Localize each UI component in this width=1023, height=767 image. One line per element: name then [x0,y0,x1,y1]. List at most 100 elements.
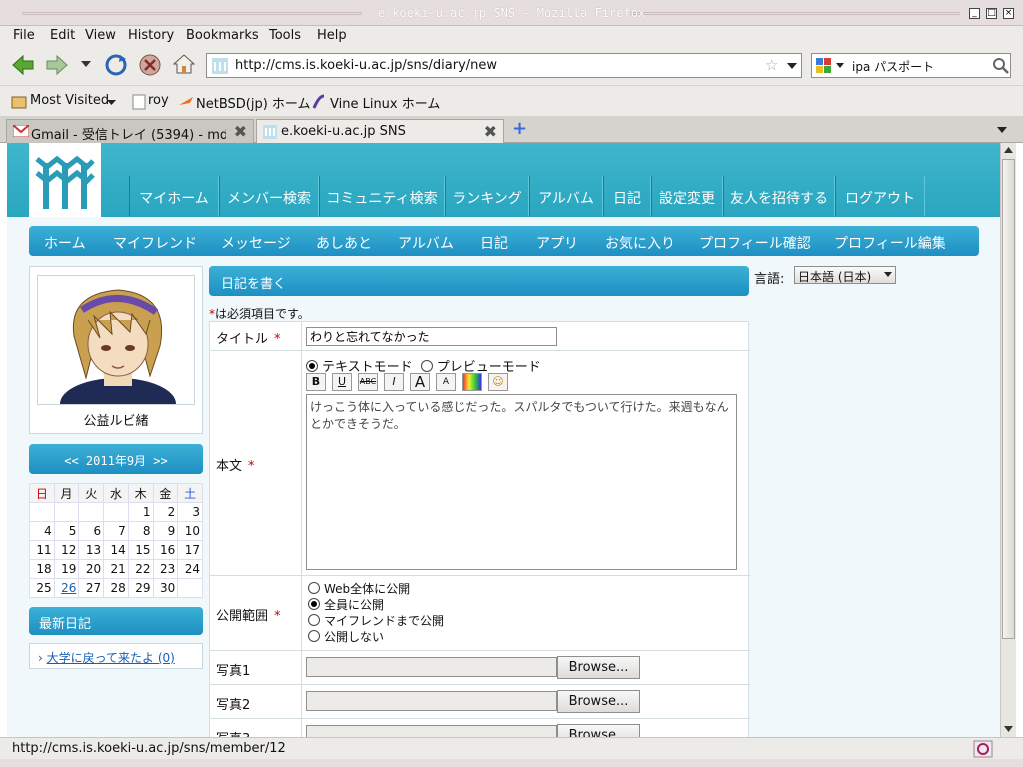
tab-bar: Gmail - 受信トレイ (5394) - mdk… ✖ e.koeki-u.… [0,117,1023,143]
emoji-icon[interactable]: ☺ [488,373,508,391]
new-tab-icon[interactable]: + [512,118,527,139]
subnav-home[interactable]: ホーム [44,233,86,253]
photo3-row: 写真3 Browse... [210,719,750,737]
netbsd-flag-icon [179,97,193,105]
strikethrough-icon[interactable]: ABC [358,373,378,391]
stop-icon[interactable] [138,53,162,77]
subnav-footprints[interactable]: あしあと [316,233,372,253]
url-dropdown-icon[interactable] [787,63,797,70]
photo2-browse-button[interactable]: Browse... [557,690,640,713]
subnav-album[interactable]: アルバム [398,233,454,253]
subnav-messages[interactable]: メッセージ [221,233,291,253]
topnav-diary[interactable]: 日記 [603,176,651,216]
search-text: ipa パスポート [852,60,935,74]
topnav-my-home[interactable]: マイホーム [129,176,219,216]
close-icon[interactable]: × [1003,8,1014,19]
calendar-day: 11 [29,540,55,560]
photo1-browse-button[interactable]: Browse... [557,656,640,679]
profile-name[interactable]: 公益ルビ緒 [30,410,202,429]
topnav-member-search[interactable]: メンバー検索 [219,176,319,216]
vertical-scrollbar[interactable] [1000,143,1016,737]
menu-file[interactable]: File [13,28,35,43]
calendar-header[interactable]: << 2011年9月 >> [29,444,203,474]
subnav-my-friends[interactable]: マイフレンド [113,233,197,253]
tab-gmail[interactable]: Gmail - 受信トレイ (5394) - mdk… ✖ [6,119,254,143]
calendar-day[interactable]: 26 [53,578,80,598]
vine-icon [312,94,325,109]
photo1-file-field[interactable] [306,657,557,677]
photo3-browse-button[interactable]: Browse... [557,724,640,737]
font-larger-icon[interactable]: A [410,373,430,391]
engine-dropdown-icon[interactable] [836,63,844,69]
most-visited-dropdown-icon[interactable] [107,100,116,106]
home-icon[interactable] [172,52,196,76]
calendar-day: 28 [103,578,129,598]
color-palette-icon[interactable] [462,373,482,391]
topnav-ranking[interactable]: ランキング [445,176,529,216]
menu-edit[interactable]: Edit [50,28,75,43]
subnav-profile-edit[interactable]: プロフィール編集 [834,233,946,253]
bookmark-roy[interactable]: roy [148,93,169,108]
subnav-favorites[interactable]: お気に入り [605,233,675,253]
visibility-option-friends[interactable]: マイフレンドまで公開 [308,613,444,629]
title-input[interactable] [306,327,557,346]
scroll-up-icon[interactable] [1004,147,1013,154]
avatar[interactable] [37,275,195,405]
menu-view[interactable]: View [85,28,116,43]
bookmark-vine[interactable]: Vine Linux ホーム [330,93,440,112]
preview-mode-radio[interactable] [420,360,433,372]
search-box[interactable]: ipa パスポート [811,53,1011,78]
menu-history[interactable]: History [128,28,174,43]
back-arrow-icon[interactable] [11,54,35,76]
topnav-logout[interactable]: ログアウト [835,176,925,216]
addon-status-icon[interactable] [973,740,993,758]
topnav-album[interactable]: アルバム [529,176,603,216]
photo3-file-field[interactable] [306,725,557,737]
topnav-community-search[interactable]: コミュニティ検索 [319,176,445,216]
font-smaller-icon[interactable]: A [436,373,456,391]
subnav-profile-view[interactable]: プロフィール確認 [699,233,811,253]
window-titlebar[interactable]: e.koeki-u.ac.jp SNS - Mozilla Firefox _ … [0,0,1023,26]
topnav-settings[interactable]: 設定変更 [651,176,723,216]
maximize-icon[interactable]: □ [986,8,997,19]
bookmark-netbsd[interactable]: NetBSD(jp) ホーム [196,93,311,112]
window-bottom-frame [0,759,1023,767]
reload-icon[interactable] [104,53,128,77]
calendar-day: 10 [177,521,203,541]
minimize-icon[interactable]: _ [969,8,980,19]
google-search-engine-icon[interactable] [815,57,833,75]
search-icon[interactable] [992,57,1009,74]
photo2-file-field[interactable] [306,691,557,711]
subnav-diary[interactable]: 日記 [480,233,508,253]
menu-tools[interactable]: Tools [269,28,301,43]
menu-bookmarks[interactable]: Bookmarks [186,28,259,43]
bold-icon[interactable]: B [306,373,326,391]
body-textarea[interactable] [306,394,737,570]
visibility-option-all-members[interactable]: 全員に公開 [308,597,444,613]
site-logo[interactable] [29,143,101,217]
italic-icon[interactable]: I [384,373,404,391]
scrollbar-thumb[interactable] [1002,159,1015,639]
scroll-down-icon[interactable] [1004,726,1013,733]
tab-close-icon[interactable]: ✖ [234,122,247,141]
underline-icon[interactable]: U [332,373,352,391]
visibility-option-web[interactable]: Web全体に公開 [308,581,444,597]
bookmark-most-visited[interactable]: Most Visited [30,93,109,108]
text-mode-radio[interactable] [306,360,318,372]
visibility-option-private[interactable]: 公開しない [308,629,444,645]
tab-sns[interactable]: e.koeki-u.ac.jp SNS ✖ [256,119,504,143]
tab-close-icon[interactable]: ✖ [484,122,497,141]
latest-diary-link[interactable]: 大学に戻って来たよ (0) [47,651,175,665]
url-text: http://cms.is.koeki-u.ac.jp/sns/diary/ne… [235,58,498,73]
subnav-apps[interactable]: アプリ [536,233,578,253]
menu-help[interactable]: Help [317,28,347,43]
forward-arrow-icon[interactable] [45,54,69,76]
history-dropdown-icon[interactable] [80,60,92,68]
language-select[interactable]: 日本語 (日本) [794,266,896,284]
bookmark-star-icon[interactable]: ☆ [765,56,778,74]
calendar-day: 20 [78,559,105,579]
calendar-week-row: 123 [29,502,203,522]
tab-list-dropdown-icon[interactable] [997,127,1007,134]
url-bar[interactable]: http://cms.is.koeki-u.ac.jp/sns/diary/ne… [206,53,802,78]
topnav-invite-friends[interactable]: 友人を招待する [723,176,835,216]
